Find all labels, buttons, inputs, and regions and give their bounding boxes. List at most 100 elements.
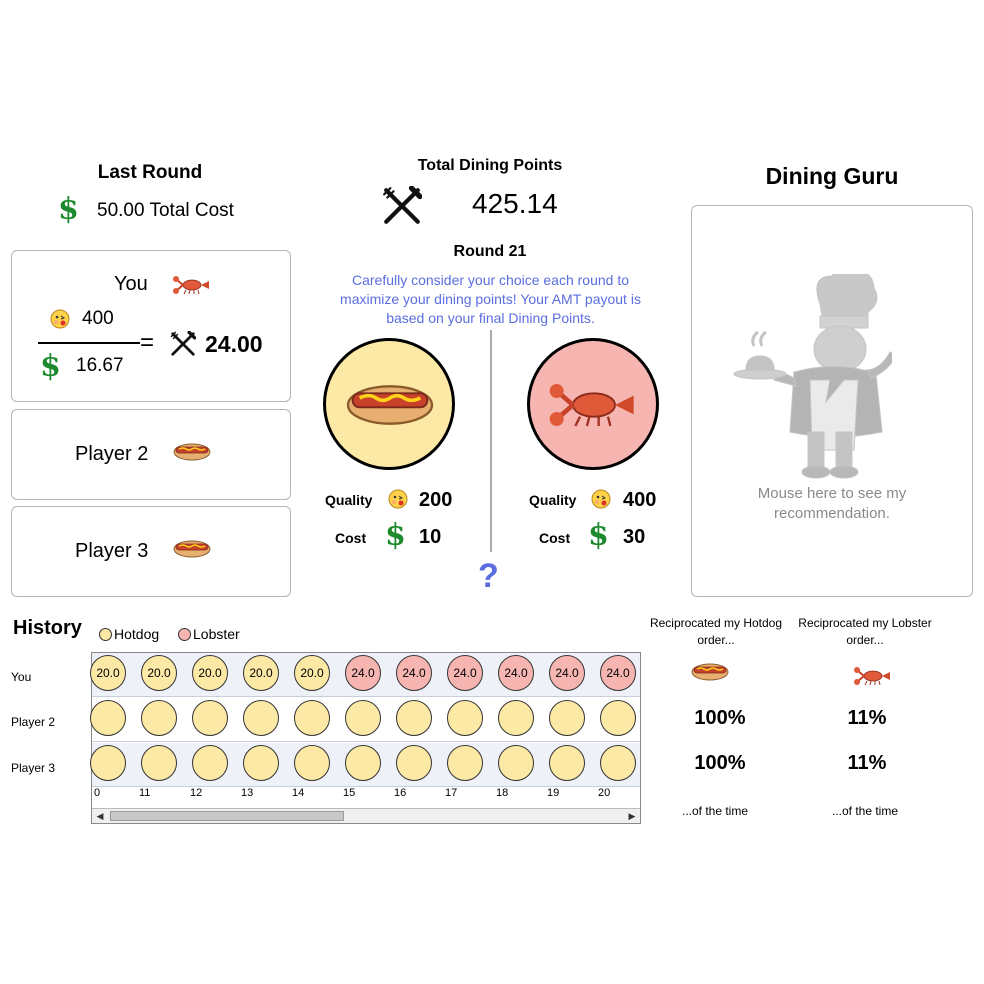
history-scrollbar[interactable]: ◀ ▶ xyxy=(92,808,640,823)
you-card: You 400 $ 16.67 = 24.00 xyxy=(11,250,291,402)
round-label: Round 21 xyxy=(453,243,527,260)
legend-lobster-swatch xyxy=(178,628,191,641)
history-row-label: Player 2 xyxy=(11,715,56,729)
scroll-right-arrow-icon[interactable]: ▶ xyxy=(624,809,640,823)
history-coin: 24.0 xyxy=(345,655,381,691)
history-coin xyxy=(549,700,585,736)
history-coin xyxy=(192,745,228,781)
history-coin xyxy=(90,745,126,781)
legend-hotdog: Hotdog xyxy=(99,626,159,642)
history-coin xyxy=(396,700,432,736)
history-coin xyxy=(600,700,636,736)
hotdog-icon xyxy=(346,384,434,426)
player-3-card: Player 3 xyxy=(11,506,291,597)
history-axis-label: 12 xyxy=(190,787,203,799)
history-coin xyxy=(192,700,228,736)
history-coin xyxy=(600,745,636,781)
you-result-value: 24.00 xyxy=(205,331,263,357)
hotdog-cost-value: 10 xyxy=(419,526,442,548)
help-icon[interactable]: ? xyxy=(478,557,499,596)
p3-hotdog-percent: 100% xyxy=(694,752,746,774)
history-coin: 20.0 xyxy=(192,655,228,691)
hotdog-choice-button[interactable] xyxy=(323,338,455,470)
player-3-label: Player 3 xyxy=(75,540,149,562)
player-2-label: Player 2 xyxy=(75,443,149,465)
you-cost-value: 16.67 xyxy=(76,355,124,376)
history-coin: 20.0 xyxy=(90,655,126,691)
dining-guru-panel[interactable]: Mouse here to see my recommendation. xyxy=(691,205,973,597)
hotdog-quality-label: Quality xyxy=(325,492,373,508)
lobster-quality-label: Quality xyxy=(529,492,577,508)
lobster-icon xyxy=(853,666,891,686)
legend-hotdog-label: Hotdog xyxy=(114,626,160,642)
hotdog-icon xyxy=(173,443,211,461)
instructions-text: Carefully consider your choice each roun… xyxy=(340,272,641,326)
lobster-footer: ...of the time xyxy=(831,804,899,818)
history-axis-label: 16 xyxy=(394,787,407,799)
last-round-title: Last Round xyxy=(97,162,203,183)
history-coin xyxy=(141,700,177,736)
dollar-icon: $ xyxy=(588,518,609,553)
you-label: You xyxy=(114,273,148,295)
history-axis-label: 20 xyxy=(598,787,611,799)
p2-lobster-percent: 11% xyxy=(847,707,887,729)
history-coin xyxy=(396,745,432,781)
lobster-icon xyxy=(172,275,210,295)
history-coin xyxy=(345,700,381,736)
history-coin xyxy=(498,700,534,736)
history-row-label: You xyxy=(11,670,32,684)
legend-hotdog-swatch xyxy=(99,628,112,641)
lobster-choice-button[interactable] xyxy=(527,338,659,470)
lobster-quality-value: 400 xyxy=(623,489,657,511)
hotdog-icon xyxy=(173,540,211,558)
legend-lobster-label: Lobster xyxy=(193,626,240,642)
scroll-left-arrow-icon[interactable]: ◀ xyxy=(92,809,108,823)
history-coin xyxy=(90,700,126,736)
history-coin xyxy=(141,745,177,781)
dining-guru-title: Dining Guru xyxy=(765,163,899,189)
hotdog-icon xyxy=(691,663,729,681)
p2-hotdog-percent: 100% xyxy=(694,707,746,729)
cutlery-icon xyxy=(382,186,422,226)
history-axis-label: 13 xyxy=(241,787,254,799)
history-coin xyxy=(345,745,381,781)
history-coin xyxy=(447,700,483,736)
history-row-label: Player 3 xyxy=(11,761,56,775)
history-coin: 24.0 xyxy=(447,655,483,691)
history-axis-label: 0 xyxy=(94,787,101,799)
history-title: History xyxy=(13,617,82,639)
cutlery-icon xyxy=(170,331,196,356)
lobster-cost-value: 30 xyxy=(623,526,646,548)
history-axis-label: 18 xyxy=(496,787,509,799)
history-axis-label: 17 xyxy=(445,787,458,799)
history-coin: 24.0 xyxy=(498,655,534,691)
history-coin: 20.0 xyxy=(141,655,177,691)
dollar-icon: $ xyxy=(385,518,406,553)
quality-face-icon xyxy=(388,489,408,509)
legend-lobster: Lobster xyxy=(178,626,240,642)
quality-face-icon xyxy=(50,309,70,329)
history-coin: 24.0 xyxy=(396,655,432,691)
reciprocated-hotdog-title: Reciprocated my Hotdog order... xyxy=(649,616,783,647)
reciprocated-lobster-title: Reciprocated my Lobster order... xyxy=(798,616,932,647)
history-coin xyxy=(294,745,330,781)
history-axis-label: 19 xyxy=(547,787,560,799)
scrollbar-thumb[interactable] xyxy=(110,811,344,821)
history-coin xyxy=(549,745,585,781)
dollar-icon: $ xyxy=(58,192,79,227)
total-points-value: 425.14 xyxy=(472,188,558,219)
player-2-card: Player 2 xyxy=(11,409,291,500)
history-coin xyxy=(447,745,483,781)
fraction-bar xyxy=(38,342,140,344)
history-coin: 20.0 xyxy=(294,655,330,691)
history-coin: 24.0 xyxy=(549,655,585,691)
hotdog-cost-label: Cost xyxy=(335,530,367,546)
quality-face-icon xyxy=(591,489,611,509)
history-axis-label: 14 xyxy=(292,787,305,799)
choice-divider xyxy=(490,330,492,552)
dollar-icon: $ xyxy=(40,349,61,384)
p3-lobster-percent: 11% xyxy=(847,752,887,774)
hotdog-quality-value: 200 xyxy=(419,489,453,511)
equals-sign: = xyxy=(140,329,155,356)
history-axis-label: 15 xyxy=(343,787,356,799)
